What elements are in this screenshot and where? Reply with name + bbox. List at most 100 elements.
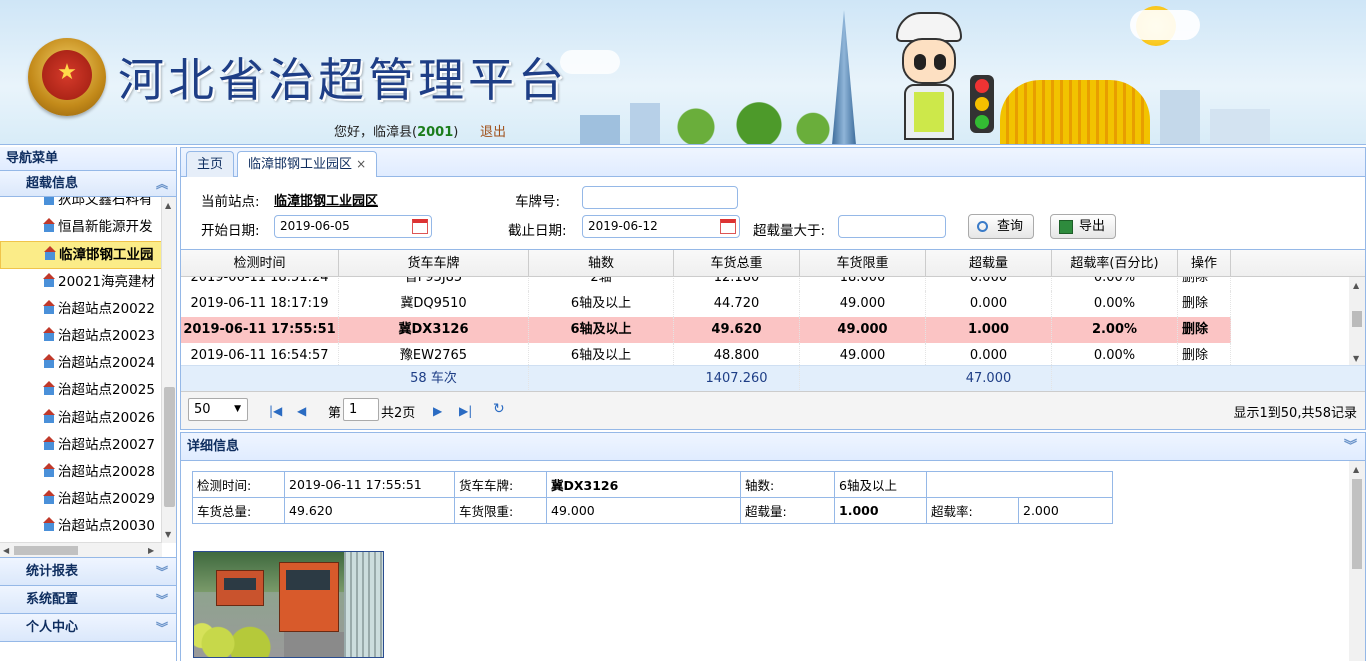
station-value: 临漳邯钢工业园区 [274, 194, 379, 209]
house-icon [42, 517, 56, 533]
export-button[interactable]: 导出 [1050, 214, 1117, 239]
excel-icon [1059, 220, 1073, 234]
tree-item-station[interactable]: 恒昌新能源开发 [0, 214, 162, 241]
sidebar-title: 导航菜单 [0, 147, 176, 171]
prev-page-icon[interactable]: ◀ [297, 404, 306, 418]
house-icon [42, 326, 56, 343]
overload-input[interactable] [838, 215, 946, 238]
table-row[interactable]: 2019-06-11 16:54:57 豫EW2765 6轴及以上 48.800… [181, 343, 1231, 365]
tree-item-station[interactable]: 治超站点20024 [0, 350, 162, 377]
chevron-down-icon[interactable]: ︾ [156, 614, 168, 642]
scroll-up-icon[interactable]: ▲ [165, 201, 171, 210]
plate-input[interactable] [582, 186, 738, 209]
col-limit[interactable]: 车货限重 [800, 250, 926, 277]
table-row[interactable]: 2019-06-11 18:51:24 晋F93J85 2轴 12.180 18… [181, 277, 1231, 291]
tab-home[interactable]: 主页 [186, 151, 235, 178]
house-icon [42, 381, 56, 397]
detail-panel-header[interactable]: 详细信息 ︾ [180, 432, 1366, 461]
footer-count: 58 车次 [339, 366, 529, 392]
scroll-left-icon[interactable]: ◀ [3, 546, 9, 555]
col-op[interactable]: 操作 [1178, 250, 1231, 277]
delete-link[interactable]: 删除 [1178, 343, 1231, 365]
plate-label: 车牌号: [515, 194, 561, 210]
traffic-light-icon [970, 75, 994, 133]
footer-over: 47.000 [926, 366, 1052, 392]
tree-item-station-selected[interactable]: 临漳邯钢工业园 [0, 241, 162, 269]
tab-bar: 主页 临漳邯钢工业园区 × [180, 147, 1366, 179]
section-statistics[interactable]: 统计报表 ︾ [0, 558, 176, 586]
table-row-selected[interactable]: 2019-06-11 17:55:51 冀DX3126 6轴及以上 49.620… [181, 317, 1231, 343]
col-time[interactable]: 检测时间 [181, 250, 339, 277]
tab-station[interactable]: 临漳邯钢工业园区 × [237, 151, 378, 179]
tree-item-station[interactable]: 治超站点20023 [0, 323, 162, 350]
overload-label: 超载量大于: [753, 223, 826, 239]
section-overload-info[interactable]: 超载信息 ︽ [0, 171, 176, 197]
detail-vertical-scrollbar[interactable]: ▲ [1349, 461, 1365, 661]
page-size-select[interactable]: 50 ▼ [188, 398, 248, 421]
main-panel: 主页 临漳邯钢工业园区 × 当前站点: 临漳邯钢工业园区 车牌号: 开始日期: … [180, 147, 1366, 661]
refresh-icon[interactable]: ↻ [493, 401, 505, 417]
tree-item-station[interactable]: 狄邱文鑫石料有 [0, 197, 162, 214]
chevron-down-icon[interactable]: ︾ [1344, 433, 1357, 461]
col-over[interactable]: 超载量 [926, 250, 1052, 277]
col-rate[interactable]: 超载率(百分比) [1052, 250, 1178, 277]
chevron-down-icon[interactable]: ︾ [156, 558, 168, 586]
scroll-up-icon[interactable]: ▲ [1353, 465, 1359, 474]
calendar-icon[interactable] [720, 219, 736, 234]
start-date-input[interactable]: 2019-06-05 [274, 215, 432, 238]
section-personal-center[interactable]: 个人中心 ︾ [0, 614, 176, 642]
banner-illustration [560, 0, 1366, 144]
tree-item-station[interactable]: 治超站点20025 [0, 377, 162, 404]
chevron-down-icon[interactable]: ︾ [156, 586, 168, 614]
tree-item-station[interactable]: 治超站点20028 [0, 459, 162, 486]
first-page-icon[interactable]: |◀ [269, 404, 282, 418]
close-tab-icon[interactable]: × [356, 157, 366, 171]
scroll-down-icon[interactable]: ▼ [1353, 354, 1359, 363]
section-system-config[interactable]: 系统配置 ︾ [0, 586, 176, 614]
page-total: 共2页 [381, 406, 416, 421]
start-date-label: 开始日期: [201, 223, 260, 239]
next-page-icon[interactable]: ▶ [433, 404, 442, 418]
tree-item-station[interactable]: 治超站点20030 [0, 513, 162, 540]
pagination-bar: 50 ▼ |◀ ◀ 第 1 共2页 ▶ ▶| ↻ 显示1到50,共58记录 [181, 391, 1365, 429]
scroll-up-icon[interactable]: ▲ [1353, 281, 1359, 290]
page-prefix: 第 [328, 406, 342, 421]
scroll-down-icon[interactable]: ▼ [165, 530, 171, 539]
delete-link[interactable]: 删除 [1178, 291, 1231, 317]
col-total[interactable]: 车货总重 [674, 250, 800, 277]
tree-vertical-scrollbar[interactable]: ▲ ▼ [161, 197, 176, 543]
col-plate[interactable]: 货车车牌 [339, 250, 529, 277]
station-label: 当前站点: [201, 194, 260, 210]
grid-vertical-scrollbar[interactable]: ▲ ▼ [1349, 277, 1365, 365]
scroll-right-icon[interactable]: ▶ [148, 546, 154, 555]
tree-item-station[interactable]: 治超站点20027 [0, 432, 162, 459]
house-icon [42, 197, 56, 207]
house-icon [42, 272, 56, 289]
last-page-icon[interactable]: ▶| [459, 404, 472, 418]
dropdown-arrow-icon: ▼ [234, 404, 241, 414]
truck-photo[interactable] [193, 551, 384, 658]
house-icon [42, 299, 56, 316]
house-icon [42, 462, 56, 479]
user-greeting: 您好，临漳县(2001) [334, 125, 459, 140]
page-number-input[interactable]: 1 [343, 398, 379, 421]
delete-link[interactable]: 删除 [1178, 277, 1231, 291]
tree-item-station[interactable]: 治超站点20029 [0, 486, 162, 513]
delete-link[interactable]: 删除 [1178, 317, 1231, 343]
end-date-label: 截止日期: [508, 223, 567, 239]
calendar-icon[interactable] [412, 219, 428, 234]
records-grid: 检测时间 货车车牌 轴数 车货总重 车货限重 超载量 超载率(百分比) 操作 2… [180, 249, 1366, 430]
tree-item-station[interactable]: 20021海亮建材 [0, 269, 162, 296]
logout-link[interactable]: 退出 [480, 121, 506, 140]
grid-header: 检测时间 货车车牌 轴数 车货总重 车货限重 超载量 超载率(百分比) 操作 [181, 250, 1365, 277]
tv-tower-illustration [832, 10, 856, 144]
table-row[interactable]: 2019-06-11 18:17:19 冀DQ9510 6轴及以上 44.720… [181, 291, 1231, 317]
tree-horizontal-scrollbar[interactable]: ◀ ▶ [0, 542, 162, 557]
end-date-input[interactable]: 2019-06-12 [582, 215, 740, 238]
tree-item-station[interactable]: 治超站点20026 [0, 405, 162, 432]
detail-table: 检测时间: 2019-06-11 17:55:51 货车车牌: 冀DX3126 … [192, 471, 1113, 524]
query-button[interactable]: 查询 [968, 214, 1035, 239]
tree-item-station[interactable]: 治超站点20022 [0, 296, 162, 323]
col-axle[interactable]: 轴数 [529, 250, 674, 277]
chevron-up-icon[interactable]: ︽ [156, 171, 168, 197]
